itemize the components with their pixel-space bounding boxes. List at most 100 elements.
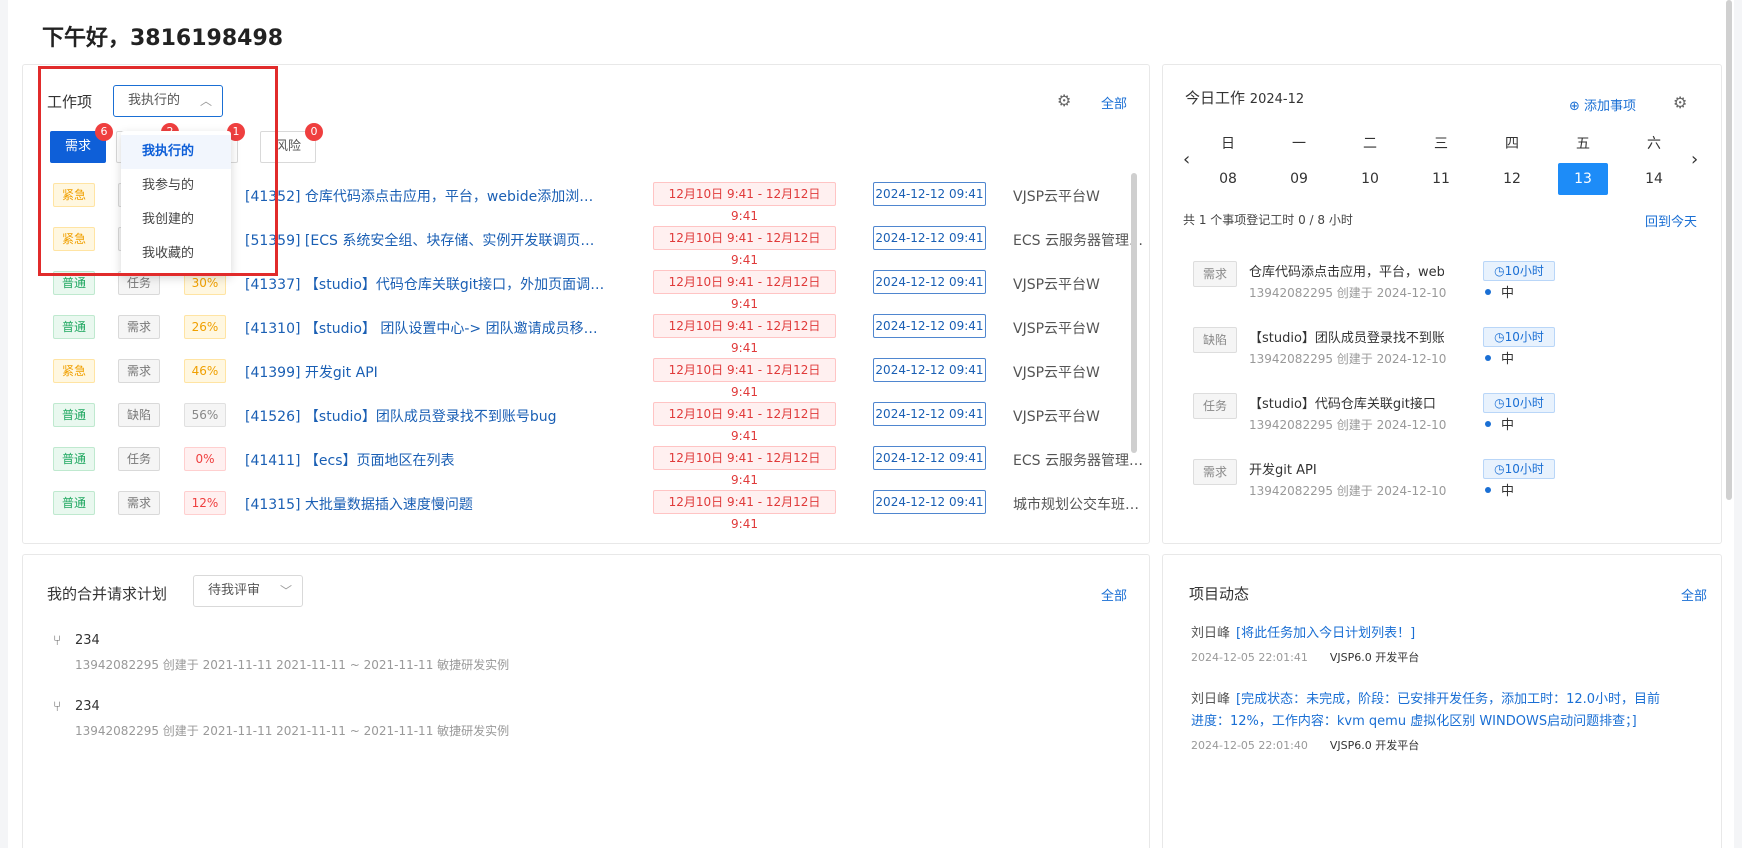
today-item[interactable]: 缺陷 【studio】团队成员登录找不到账号 13942082295 创建于 2… <box>1193 327 1673 385</box>
progress-badge: 26% <box>184 315 226 339</box>
due-date-badge: 2024-12-12 09:41 <box>873 490 986 514</box>
add-item-button[interactable]: ⊕ 添加事项 <box>1569 95 1636 114</box>
priority-badge: 普通 <box>53 447 95 471</box>
project-name: ECS 云服务器管理平台 <box>1013 453 1143 469</box>
item-meta: 13942082295 创建于 2024-12-10 <box>1249 286 1447 300</box>
priority-level: 中 <box>1501 286 1515 301</box>
type-badge: 需求 <box>118 359 160 383</box>
work-row[interactable]: 普通 任务 0% [41411] 【ecs】页面地区在列表 12月10日 9:4… <box>53 437 1143 487</box>
calendar-date[interactable]: 12 <box>1487 163 1537 195</box>
activity-message[interactable]: [将此任务加入今日计划列表！] <box>1236 626 1415 641</box>
calendar-next-icon[interactable]: › <box>1691 149 1698 170</box>
project-name: VJSP云平台W <box>1013 321 1100 337</box>
work-item-title[interactable]: [51359] [ECS 系统安全组、块存储、实例开发联调页面调整] <box>245 230 605 250</box>
today-item[interactable]: 需求 开发git API 13942082295 创建于 2024-12-10 … <box>1193 459 1673 517</box>
priority-level: 中 <box>1501 418 1515 433</box>
item-type-badge: 任务 <box>1193 393 1237 419</box>
calendar-date-selected[interactable]: 13 <box>1558 163 1608 195</box>
menu-item-favorited[interactable]: 我收藏的 <box>121 237 231 271</box>
activity-item: 刘日峰 [将此任务加入今日计划列表！] 2024-12-05 22:01:41 VJ… <box>1191 623 1671 665</box>
page-scrollbar[interactable] <box>1726 0 1732 500</box>
project-name: ECS 云服务器管理平台 <box>1013 233 1143 249</box>
work-row[interactable]: 普通 需求 26% [41310] 【studio】 团队设置中心-> 团队邀请… <box>53 305 1113 355</box>
item-type-badge: 缺陷 <box>1193 327 1237 353</box>
weekday-label: 一 <box>1292 136 1306 152</box>
calendar-prev-icon[interactable]: ‹ <box>1183 149 1190 170</box>
today-item[interactable]: 任务 【studio】代码仓库关联git接口 13942082295 创建于 2… <box>1193 393 1673 451</box>
priority-badge: 紧急 <box>53 183 95 207</box>
activity-all-link[interactable]: 全部 <box>1681 585 1707 604</box>
priority-dot <box>1485 355 1491 361</box>
work-item-title[interactable]: [41352] 仓库代码添点击应用，平台，webide添加浏览器功能 <box>245 186 605 206</box>
merge-request-meta: 13942082295 创建于 2021-11-11 2021-11-11 ~ … <box>75 658 510 672</box>
today-item[interactable]: 需求 仓库代码添点击应用，平台，webide 13942082295 创建于 2… <box>1193 261 1673 319</box>
work-all-link[interactable]: 全部 <box>1101 93 1127 112</box>
settings-gear-icon[interactable]: ⚙ <box>1673 93 1687 112</box>
merge-request-name[interactable]: 234 <box>75 633 100 648</box>
due-date-badge: 2024-12-12 09:41 <box>873 446 986 470</box>
due-date-badge: 2024-12-12 09:41 <box>873 270 986 294</box>
merge-request-item[interactable]: ⑂ 234 13942082295 创建于 2021-11-11 2021-11… <box>53 633 653 683</box>
date-range-badge: 12月10日 9:41 - 12月12日 9:41 <box>653 270 836 311</box>
work-item-title[interactable]: [41315] 大批量数据插入速度慢问题 <box>245 494 605 514</box>
tab-requirement[interactable]: 需求 6 <box>50 123 113 163</box>
merge-filter-select[interactable]: 待我评审 ﹀ <box>193 575 303 607</box>
calendar-date[interactable]: 10 <box>1345 163 1395 195</box>
menu-item-executed[interactable]: 我执行的 <box>121 135 231 169</box>
clock-icon: ◷ <box>1494 462 1505 476</box>
calendar-date[interactable]: 09 <box>1274 163 1324 195</box>
priority-badge: 普通 <box>53 271 95 295</box>
priority-badge: 普通 <box>53 315 95 339</box>
clock-icon: ◷ <box>1494 330 1505 344</box>
type-badge: 缺陷 <box>118 403 160 427</box>
merge-request-meta: 13942082295 创建于 2021-11-11 2021-11-11 ~ … <box>75 724 510 738</box>
work-row[interactable]: 普通 需求 12% [41315] 大批量数据插入速度慢问题 12月10日 9:… <box>53 481 1143 531</box>
work-filter-select[interactable]: 我执行的 ︿ <box>113 85 223 117</box>
merge-request-item[interactable]: ⑂ 234 13942082295 创建于 2021-11-11 2021-11… <box>53 699 653 749</box>
date-range-badge: 12月10日 9:41 - 12月12日 9:41 <box>653 182 836 223</box>
calendar-date[interactable]: 08 <box>1203 163 1253 195</box>
menu-item-participated[interactable]: 我参与的 <box>121 169 231 203</box>
work-item-title[interactable]: [41337] 【studio】代码仓库关联git接口，外加页面调整等工作 <box>245 274 605 294</box>
date-range-badge: 12月10日 9:41 - 12月12日 9:41 <box>653 402 836 443</box>
hours-badge: ◷10小时 <box>1483 459 1555 479</box>
tab-requirement-label: 需求 <box>64 139 91 154</box>
work-item-title[interactable]: [41526] 【studio】团队成员登录找不到账号bug <box>245 406 605 426</box>
project-name: VJSP云平台W <box>1013 277 1100 293</box>
work-list-scrollbar[interactable] <box>1131 173 1137 453</box>
merge-request-card: 我的合并请求计划 待我评审 ﹀ 全部 ⑂ 234 13942082295 创建于… <box>22 554 1150 848</box>
project-name: VJSP云平台W <box>1013 409 1100 425</box>
item-meta: 13942082295 创建于 2024-12-10 <box>1249 418 1447 432</box>
clock-icon: ◷ <box>1494 396 1505 410</box>
today-work-card: 今日工作 2024-12 ⊕ 添加事项 ⚙ ‹ › 日 一 二 三 四 五 六 … <box>1162 64 1722 544</box>
weekday-label: 二 <box>1363 136 1377 152</box>
activity-message[interactable]: [完成状态：未完成，阶段：已安排开发任务，添加工时：12.0小时，目前进度：12… <box>1191 692 1660 729</box>
item-title[interactable]: 仓库代码添点击应用，平台，webide <box>1249 261 1444 280</box>
item-title[interactable]: 【studio】团队成员登录找不到账号 <box>1249 327 1444 346</box>
merge-filter-value: 待我评审 <box>208 583 261 598</box>
greeting-title: 下午好，3816198498 <box>42 26 284 51</box>
progress-badge: 12% <box>184 491 226 515</box>
menu-item-created[interactable]: 我创建的 <box>121 203 231 237</box>
merge-all-link[interactable]: 全部 <box>1101 585 1127 604</box>
work-item-title[interactable]: [41411] 【ecs】页面地区在列表 <box>245 450 605 470</box>
today-month: 2024-12 <box>1249 92 1305 107</box>
item-title[interactable]: 【studio】代码仓库关联git接口 <box>1249 393 1444 412</box>
tab-requirement-count: 6 <box>95 123 113 141</box>
work-row[interactable]: 紧急 需求 46% [41399] 开发git API 12月10日 9:41 … <box>53 349 1113 399</box>
calendar-date[interactable]: 14 <box>1629 163 1679 195</box>
chevron-up-icon: ︿ <box>199 94 212 108</box>
date-range-badge: 12月10日 9:41 - 12月12日 9:41 <box>653 358 836 399</box>
item-title[interactable]: 开发git API <box>1249 459 1444 478</box>
project-name: VJSP云平台W <box>1013 189 1100 205</box>
work-row[interactable]: 普通 缺陷 56% [41526] 【studio】团队成员登录找不到账号bug… <box>53 393 1113 443</box>
work-item-title[interactable]: [41310] 【studio】 团队设置中心-> 团队邀请成员移出团队 <box>245 318 605 338</box>
work-item-title[interactable]: [41399] 开发git API <box>245 362 605 382</box>
tab-risk[interactable]: 风险 0 <box>260 123 323 163</box>
activity-platform: VJSP6.0 开发平台 <box>1329 651 1420 664</box>
weekday-label: 四 <box>1505 136 1519 152</box>
settings-gear-icon[interactable]: ⚙ <box>1057 91 1071 110</box>
calendar-date[interactable]: 11 <box>1416 163 1466 195</box>
merge-request-name[interactable]: 234 <box>75 699 100 714</box>
back-to-today-link[interactable]: 回到今天 <box>1645 211 1697 230</box>
